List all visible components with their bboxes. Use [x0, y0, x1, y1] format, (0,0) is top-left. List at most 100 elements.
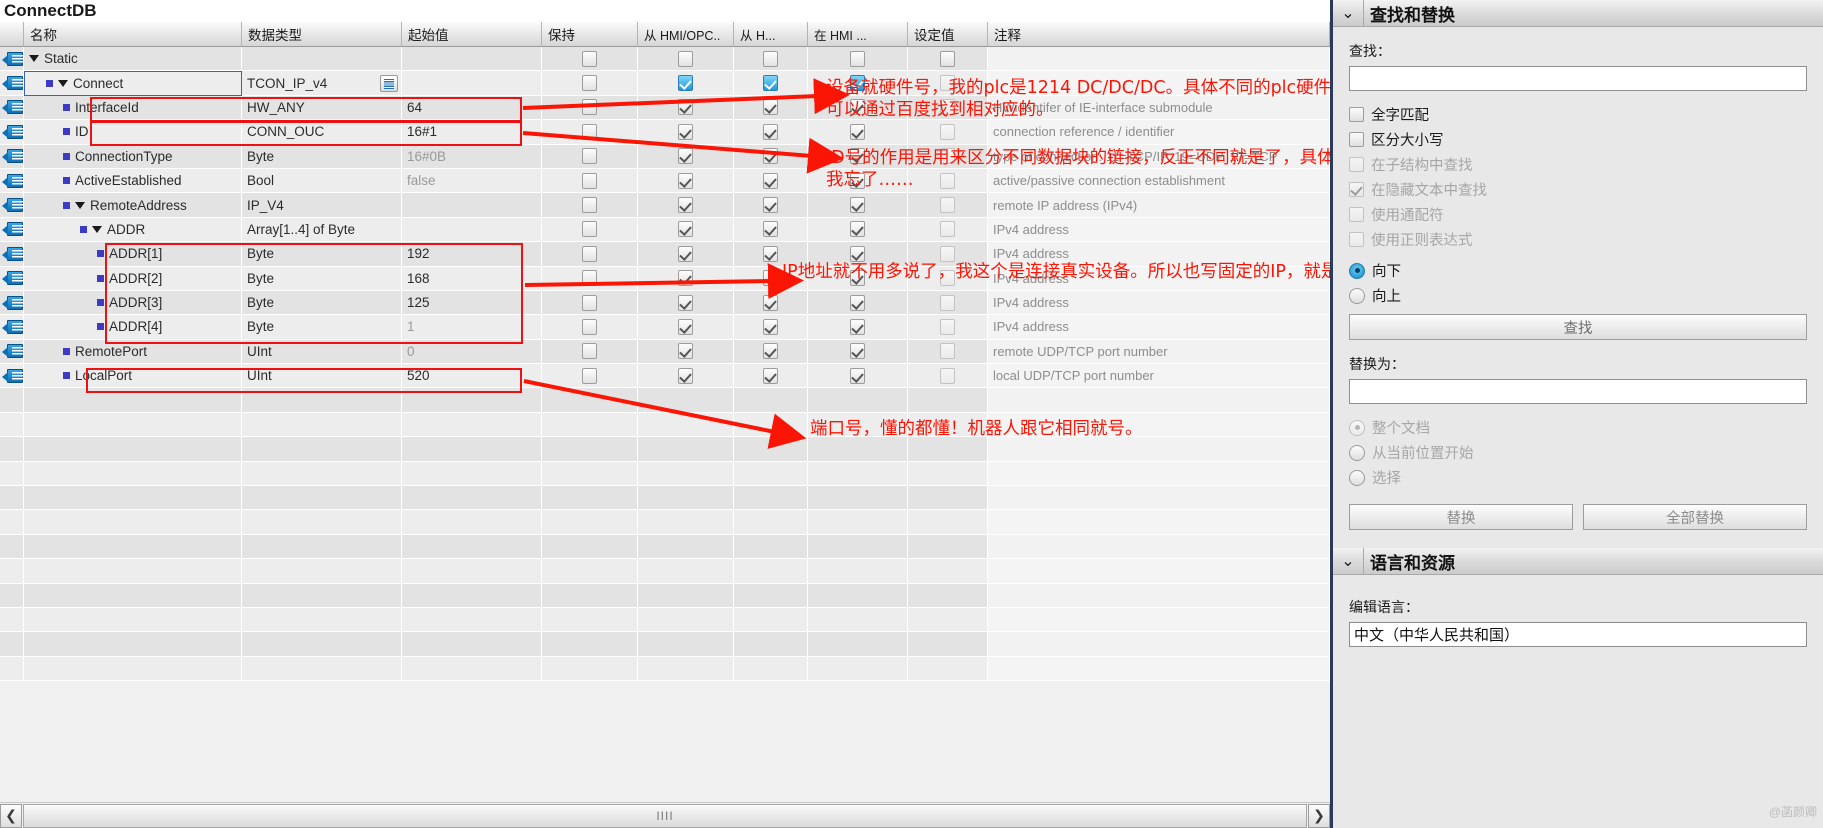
- cell-datatype[interactable]: Bool: [242, 168, 402, 194]
- cell-comment[interactable]: IPv4 address: [988, 315, 1330, 340]
- cell-empty[interactable]: [908, 461, 988, 487]
- cell-datatype[interactable]: [242, 47, 402, 72]
- cell-retain[interactable]: [542, 193, 638, 218]
- checkbox[interactable]: [678, 221, 693, 238]
- checkbox[interactable]: [582, 343, 597, 360]
- cell-empty[interactable]: [24, 510, 242, 535]
- cell-initial-value[interactable]: 520: [402, 364, 542, 389]
- cell-empty[interactable]: [402, 607, 542, 633]
- cell-empty[interactable]: [734, 437, 808, 462]
- cell-empty[interactable]: [0, 534, 24, 560]
- cell-hmi_w[interactable]: [734, 71, 808, 96]
- cell-name[interactable]: LocalPort: [24, 364, 242, 389]
- cell-comment[interactable]: remote IP address (IPv4): [988, 193, 1330, 218]
- cell-empty[interactable]: [0, 510, 24, 535]
- cell-empty[interactable]: [402, 486, 542, 511]
- cell-empty[interactable]: [242, 607, 402, 633]
- checkbox[interactable]: [763, 343, 778, 360]
- cell-hmi_w[interactable]: [734, 339, 808, 365]
- cell-hmi_vis[interactable]: [808, 315, 908, 340]
- table-row-empty[interactable]: [0, 607, 1330, 633]
- expander-collapse-icon[interactable]: [29, 55, 39, 63]
- table-row[interactable]: Static: [0, 47, 1330, 72]
- cell-datatype[interactable]: Byte: [242, 290, 402, 316]
- cell-hmi_w[interactable]: [734, 217, 808, 243]
- find-input[interactable]: [1349, 66, 1807, 91]
- checkbox[interactable]: [582, 123, 597, 140]
- cell-hmi_vis[interactable]: [808, 120, 908, 145]
- cell-hmi_acc[interactable]: [638, 266, 734, 291]
- cell-empty[interactable]: [734, 583, 808, 608]
- checkbox[interactable]: [678, 172, 693, 189]
- table-row[interactable]: RemotePort UInt 0 remote UDP/TCP port numbe…: [0, 339, 1330, 365]
- checkbox[interactable]: [940, 294, 955, 311]
- cell-empty[interactable]: [734, 534, 808, 560]
- cell-name[interactable]: ADDR: [24, 217, 242, 243]
- checkbox[interactable]: [763, 75, 778, 92]
- cell-empty[interactable]: [542, 583, 638, 608]
- cell-empty[interactable]: [24, 486, 242, 511]
- checkbox[interactable]: [678, 318, 693, 335]
- cell-hmi_acc[interactable]: [638, 290, 734, 316]
- cell-retain[interactable]: [542, 120, 638, 145]
- table-row-empty[interactable]: [0, 461, 1330, 487]
- cell-empty[interactable]: [638, 534, 734, 560]
- checkbox[interactable]: [850, 367, 865, 384]
- cell-empty[interactable]: [988, 534, 1330, 560]
- checkbox[interactable]: [678, 245, 693, 262]
- cell-comment[interactable]: IPv4 address: [988, 217, 1330, 243]
- cell-name[interactable]: ConnectionType: [24, 144, 242, 169]
- cell-empty[interactable]: [402, 632, 542, 657]
- cell-name[interactable]: ADDR[4]: [24, 315, 242, 340]
- radio-button[interactable]: [1349, 469, 1365, 486]
- cell-hmi_w[interactable]: [734, 290, 808, 316]
- cell-empty[interactable]: [0, 412, 24, 438]
- replace-button[interactable]: 替换: [1349, 504, 1573, 530]
- column-header-icon[interactable]: [0, 22, 24, 47]
- cell-empty[interactable]: [808, 632, 908, 657]
- cell-initial-value[interactable]: 16#0B: [402, 144, 542, 169]
- cell-hmi_vis[interactable]: [808, 47, 908, 72]
- checkbox[interactable]: [678, 75, 693, 92]
- cell-empty[interactable]: [638, 510, 734, 535]
- checkbox[interactable]: [582, 172, 597, 189]
- column-header-comment[interactable]: 注释: [988, 22, 1330, 47]
- column-header-hmi_w[interactable]: 从 H...: [734, 22, 808, 47]
- checkbox[interactable]: [763, 270, 778, 287]
- table-row-empty[interactable]: [0, 583, 1330, 608]
- cell-empty[interactable]: [542, 607, 638, 633]
- cell-datatype[interactable]: Byte: [242, 144, 402, 169]
- cell-empty[interactable]: [0, 388, 24, 413]
- scroll-left-button[interactable]: ❮: [0, 803, 22, 828]
- cell-empty[interactable]: [242, 486, 402, 511]
- cell-empty[interactable]: [24, 559, 242, 584]
- cell-empty[interactable]: [402, 534, 542, 560]
- cell-empty[interactable]: [734, 632, 808, 657]
- checkbox[interactable]: [678, 367, 693, 384]
- cell-hmi_w[interactable]: [734, 364, 808, 389]
- cell-empty[interactable]: [734, 461, 808, 487]
- scope-option-0[interactable]: 整个文档: [1349, 415, 1807, 440]
- cell-initial-value[interactable]: 16#1: [402, 120, 542, 145]
- table-row-empty[interactable]: [0, 559, 1330, 584]
- cell-empty[interactable]: [908, 486, 988, 511]
- cell-empty[interactable]: [734, 656, 808, 682]
- cell-empty[interactable]: [0, 583, 24, 608]
- cell-empty[interactable]: [808, 607, 908, 633]
- table-row-empty[interactable]: [0, 388, 1330, 413]
- cell-empty[interactable]: [0, 461, 24, 487]
- cell-empty[interactable]: [638, 486, 734, 511]
- cell-empty[interactable]: [24, 412, 242, 438]
- table-row[interactable]: LocalPort UInt 520 local UDP/TCP port numbe…: [0, 364, 1330, 389]
- table-row[interactable]: ADDR Array[1..4] of Byte IPv4 address: [0, 217, 1330, 243]
- cell-hmi_acc[interactable]: [638, 168, 734, 194]
- checkbox[interactable]: [678, 123, 693, 140]
- cell-empty[interactable]: [988, 437, 1330, 462]
- cell-empty[interactable]: [908, 632, 988, 657]
- cell-empty[interactable]: [242, 461, 402, 487]
- cell-setpoint[interactable]: [908, 47, 988, 72]
- cell-initial-value[interactable]: [402, 47, 542, 72]
- cell-datatype[interactable]: HW_ANY: [242, 95, 402, 121]
- direction-option-1[interactable]: 向上: [1349, 283, 1807, 308]
- cell-empty[interactable]: [988, 607, 1330, 633]
